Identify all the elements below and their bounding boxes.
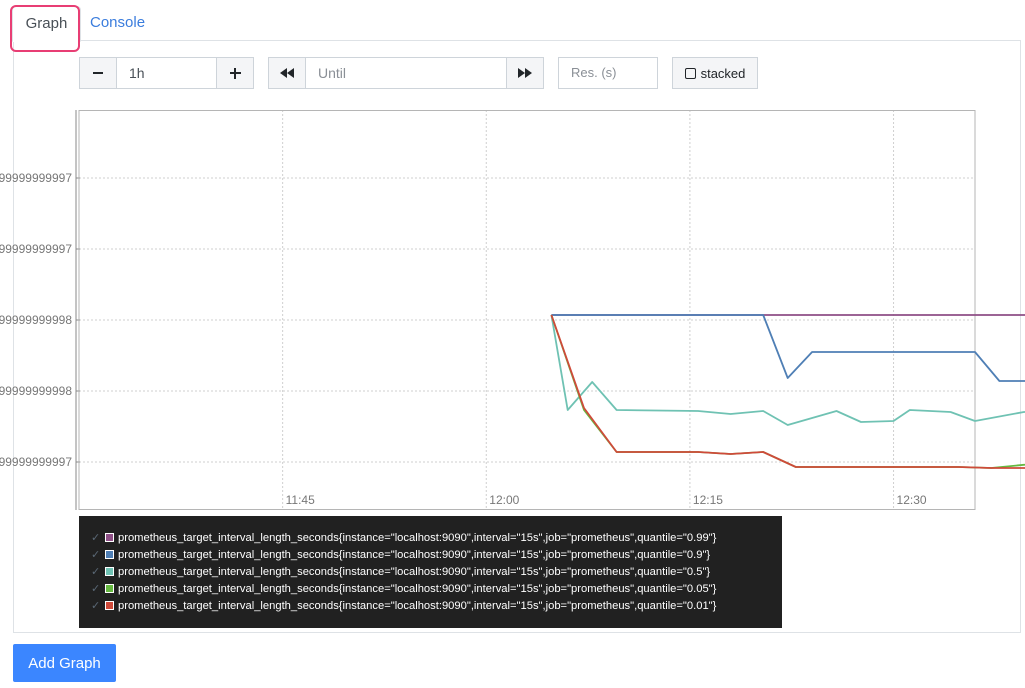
until-control: Until <box>268 57 544 89</box>
legend-swatch <box>105 567 114 576</box>
y-tick-label: 999999999998 <box>0 313 72 327</box>
minus-icon <box>93 71 103 75</box>
x-tick-label: 11:45 <box>286 493 315 507</box>
series-line-0[interactable] <box>551 175 1025 350</box>
increase-range-button[interactable] <box>216 57 254 89</box>
legend-item[interactable]: ✓ prometheus_target_interval_length_secon… <box>91 529 782 546</box>
check-icon: ✓ <box>91 549 101 561</box>
check-icon: ✓ <box>91 583 101 595</box>
legend-label: prometheus_target_interval_length_second… <box>118 548 711 561</box>
legend-item[interactable]: ✓ prometheus_target_interval_length_secon… <box>91 597 782 614</box>
legend-swatch <box>105 533 114 542</box>
series-line-1[interactable] <box>551 314 1025 383</box>
time-series-chart[interactable]: 999999999997 999999999997 999999999998 9999… <box>0 100 1025 515</box>
decrease-range-button[interactable] <box>79 57 117 89</box>
y-tick-label: 999999999997 <box>0 455 72 469</box>
previous-time-button[interactable] <box>268 57 306 89</box>
checkbox-icon <box>684 67 696 79</box>
range-control: 1h <box>79 57 254 89</box>
legend-item[interactable]: ✓ prometheus_target_interval_length_secon… <box>91 546 782 563</box>
next-time-button[interactable] <box>506 57 544 89</box>
legend-label: prometheus_target_interval_length_second… <box>118 565 711 578</box>
legend-label: prometheus_target_interval_length_second… <box>118 582 717 595</box>
x-tick-label: 12:15 <box>693 493 723 507</box>
stacked-toggle[interactable]: stacked <box>672 57 758 89</box>
legend-swatch <box>105 601 114 610</box>
legend-item[interactable]: ✓ prometheus_target_interval_length_secon… <box>91 563 782 580</box>
range-input[interactable]: 1h <box>117 57 216 89</box>
series-line-3[interactable] <box>550 314 1025 470</box>
x-tick-label: 12:00 <box>489 493 519 507</box>
resolution-input[interactable]: Res. (s) <box>558 57 658 89</box>
check-icon: ✓ <box>91 532 101 544</box>
chart-legend: ✓ prometheus_target_interval_length_secon… <box>79 516 782 628</box>
stacked-label: stacked <box>700 65 746 81</box>
legend-label: prometheus_target_interval_length_second… <box>118 599 717 612</box>
until-input[interactable]: Until <box>306 57 506 89</box>
y-tick-label: 999999999998 <box>0 384 72 398</box>
forward-icon <box>518 68 532 78</box>
legend-label: prometheus_target_interval_length_second… <box>118 531 717 544</box>
tab-console[interactable]: Console <box>90 6 145 40</box>
series-line-4[interactable] <box>550 314 1025 494</box>
series-line-2[interactable] <box>550 314 1025 426</box>
legend-item[interactable]: ✓ prometheus_target_interval_length_secon… <box>91 580 782 597</box>
tab-highlight <box>10 5 80 52</box>
y-tick-label: 999999999997 <box>0 242 72 256</box>
legend-swatch <box>105 584 114 593</box>
y-tick-label: 999999999997 <box>0 171 72 185</box>
x-tick-label: 12:30 <box>897 493 927 507</box>
check-icon: ✓ <box>91 566 101 578</box>
check-icon: ✓ <box>91 600 101 612</box>
add-graph-button[interactable]: Add Graph <box>13 644 116 682</box>
backward-icon <box>280 68 294 78</box>
plus-icon <box>229 67 241 79</box>
legend-swatch <box>105 550 114 559</box>
